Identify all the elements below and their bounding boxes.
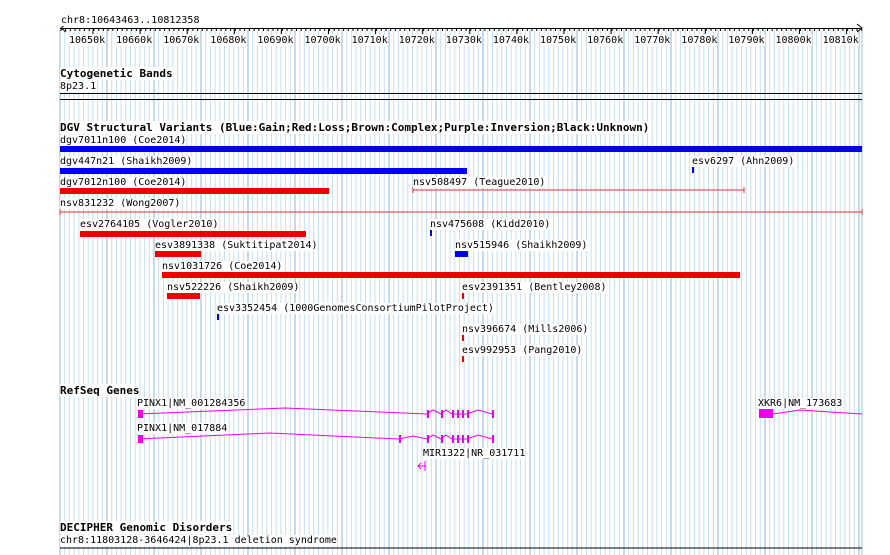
ruler-tick-label: 10800k (775, 35, 812, 46)
dgv-variant-label[interactable]: esv2391351 (Bentley2008) (462, 282, 607, 293)
ruler-tick-label: 10670k (163, 35, 200, 46)
dgv-variant-bar (155, 251, 201, 257)
ruler-tick-label: 10770k (634, 35, 671, 46)
ruler-tick-label: 10730k (445, 35, 482, 46)
track-title-dgv-structural-variants: DGV Structural Variants (Blue:Gain;Red:L… (60, 121, 650, 134)
dgv-variant-bar (60, 188, 329, 194)
ruler-tick-label: 10700k (304, 35, 341, 46)
dgv-variant-label[interactable]: esv6297 (Ahn2009) (692, 156, 795, 167)
gene-exon (399, 435, 401, 443)
dgv-variant-bar (162, 272, 740, 278)
ruler-tick-label: 10810k (822, 35, 859, 46)
gene-exon (138, 410, 143, 418)
decipher-region-label[interactable]: chr8:11803128-3646424|8p23.1 deletion sy… (60, 535, 337, 546)
dgv-variant-label[interactable]: dgv7012n100 (Coe2014) (60, 177, 187, 188)
ruler-tick-label: 10650k (69, 35, 106, 46)
dgv-variant-label[interactable]: esv992953 (Pang2010) (462, 345, 583, 356)
dgv-variant-bar (80, 231, 306, 237)
dgv-variant-bar (692, 167, 694, 173)
ruler-tick-label: 10790k (728, 35, 765, 46)
gene-exon (452, 410, 454, 418)
cytoband-label: 8p23.1 (60, 81, 97, 92)
dgv-variant-label[interactable]: nsv396674 (Mills2006) (462, 324, 589, 335)
track-title-refseq-genes: RefSeq Genes (60, 384, 140, 397)
gene-exon (492, 410, 494, 418)
refseq-gene-label[interactable]: MIR1322|NR_031711 (423, 448, 526, 459)
gene-exon (457, 410, 459, 418)
dgv-variant-bar (462, 356, 464, 362)
dgv-variant-label[interactable]: nsv475608 (Kidd2010) (430, 219, 551, 230)
ruler-tick-label: 10760k (587, 35, 624, 46)
feature-glyphs (59, 23, 863, 549)
dgv-variant-bar (462, 293, 464, 299)
gene-exon (467, 435, 469, 443)
dgv-variant-bar (167, 293, 200, 299)
dgv-variant-label[interactable]: dgv447n21 (Shaikh2009) (60, 156, 193, 167)
refseq-gene-label[interactable]: PINX1|NM_001284356 (137, 398, 246, 409)
gene-exon (457, 435, 459, 443)
dgv-variant-bar (455, 251, 468, 257)
ruler-tick-label: 10720k (398, 35, 435, 46)
refseq-gene-label[interactable]: XKR6|NM_173683 (758, 398, 843, 409)
gene-exon (427, 435, 429, 443)
dgv-variant-label[interactable]: nsv831232 (Wong2007) (60, 198, 181, 209)
gene-exon (441, 435, 443, 443)
track-title-cytogenetic-bands: Cytogenetic Bands (60, 67, 173, 80)
ruler-tick-label: 10690k (257, 35, 294, 46)
gene-exon (462, 435, 464, 443)
refseq-gene-label[interactable]: PINX1|NM_017884 (137, 423, 228, 434)
dgv-variant-label[interactable]: dgv7011n100 (Coe2014) (60, 135, 187, 146)
gene-exon (138, 435, 143, 443)
dgv-variant-label[interactable]: nsv1031726 (Coe2014) (162, 261, 283, 272)
dgv-variant-bar (462, 335, 464, 341)
gene-exon (492, 435, 494, 443)
gene-exon (441, 410, 443, 418)
ruler-tick-label: 10680k (210, 35, 247, 46)
ruler-tick-label: 10740k (492, 35, 530, 46)
gene-exon (467, 410, 469, 418)
track-title-decipher-genomic-disorders: DECIPHER Genomic Disorders (60, 521, 233, 534)
gene-exon (427, 410, 429, 418)
gene-exon (462, 410, 464, 418)
gene-exon (452, 435, 454, 443)
dgv-variant-bar (60, 168, 467, 174)
dgv-variant-label[interactable]: nsv515946 (Shaikh2009) (455, 240, 588, 251)
ruler-tick-label: 10750k (540, 35, 577, 46)
gene-intron-line (772, 409, 863, 415)
dgv-variant-bar (217, 314, 219, 320)
ruler-tick-label: 10780k (681, 35, 718, 46)
dgv-variant-label[interactable]: esv3891338 (Suktitipat2014) (155, 240, 318, 251)
dgv-variant-label[interactable]: esv2764105 (Vogler2010) (80, 219, 219, 230)
gene-exon (759, 409, 773, 418)
ruler-tick-label: 10660k (116, 35, 153, 46)
ruler-tick-label: 10710k (351, 35, 388, 46)
dgv-variant-label[interactable]: nsv508497 (Teague2010) (413, 177, 546, 188)
dgv-variant-label[interactable]: esv3352454 (1000GenomesConsortiumPilotPr… (217, 303, 494, 314)
dgv-variant-bar (430, 230, 432, 236)
dgv-variant-bar (60, 146, 862, 152)
coordinate-range: chr8:10643463..10812358 (61, 15, 200, 26)
dgv-variant-label[interactable]: nsv522226 (Shaikh2009) (167, 282, 300, 293)
